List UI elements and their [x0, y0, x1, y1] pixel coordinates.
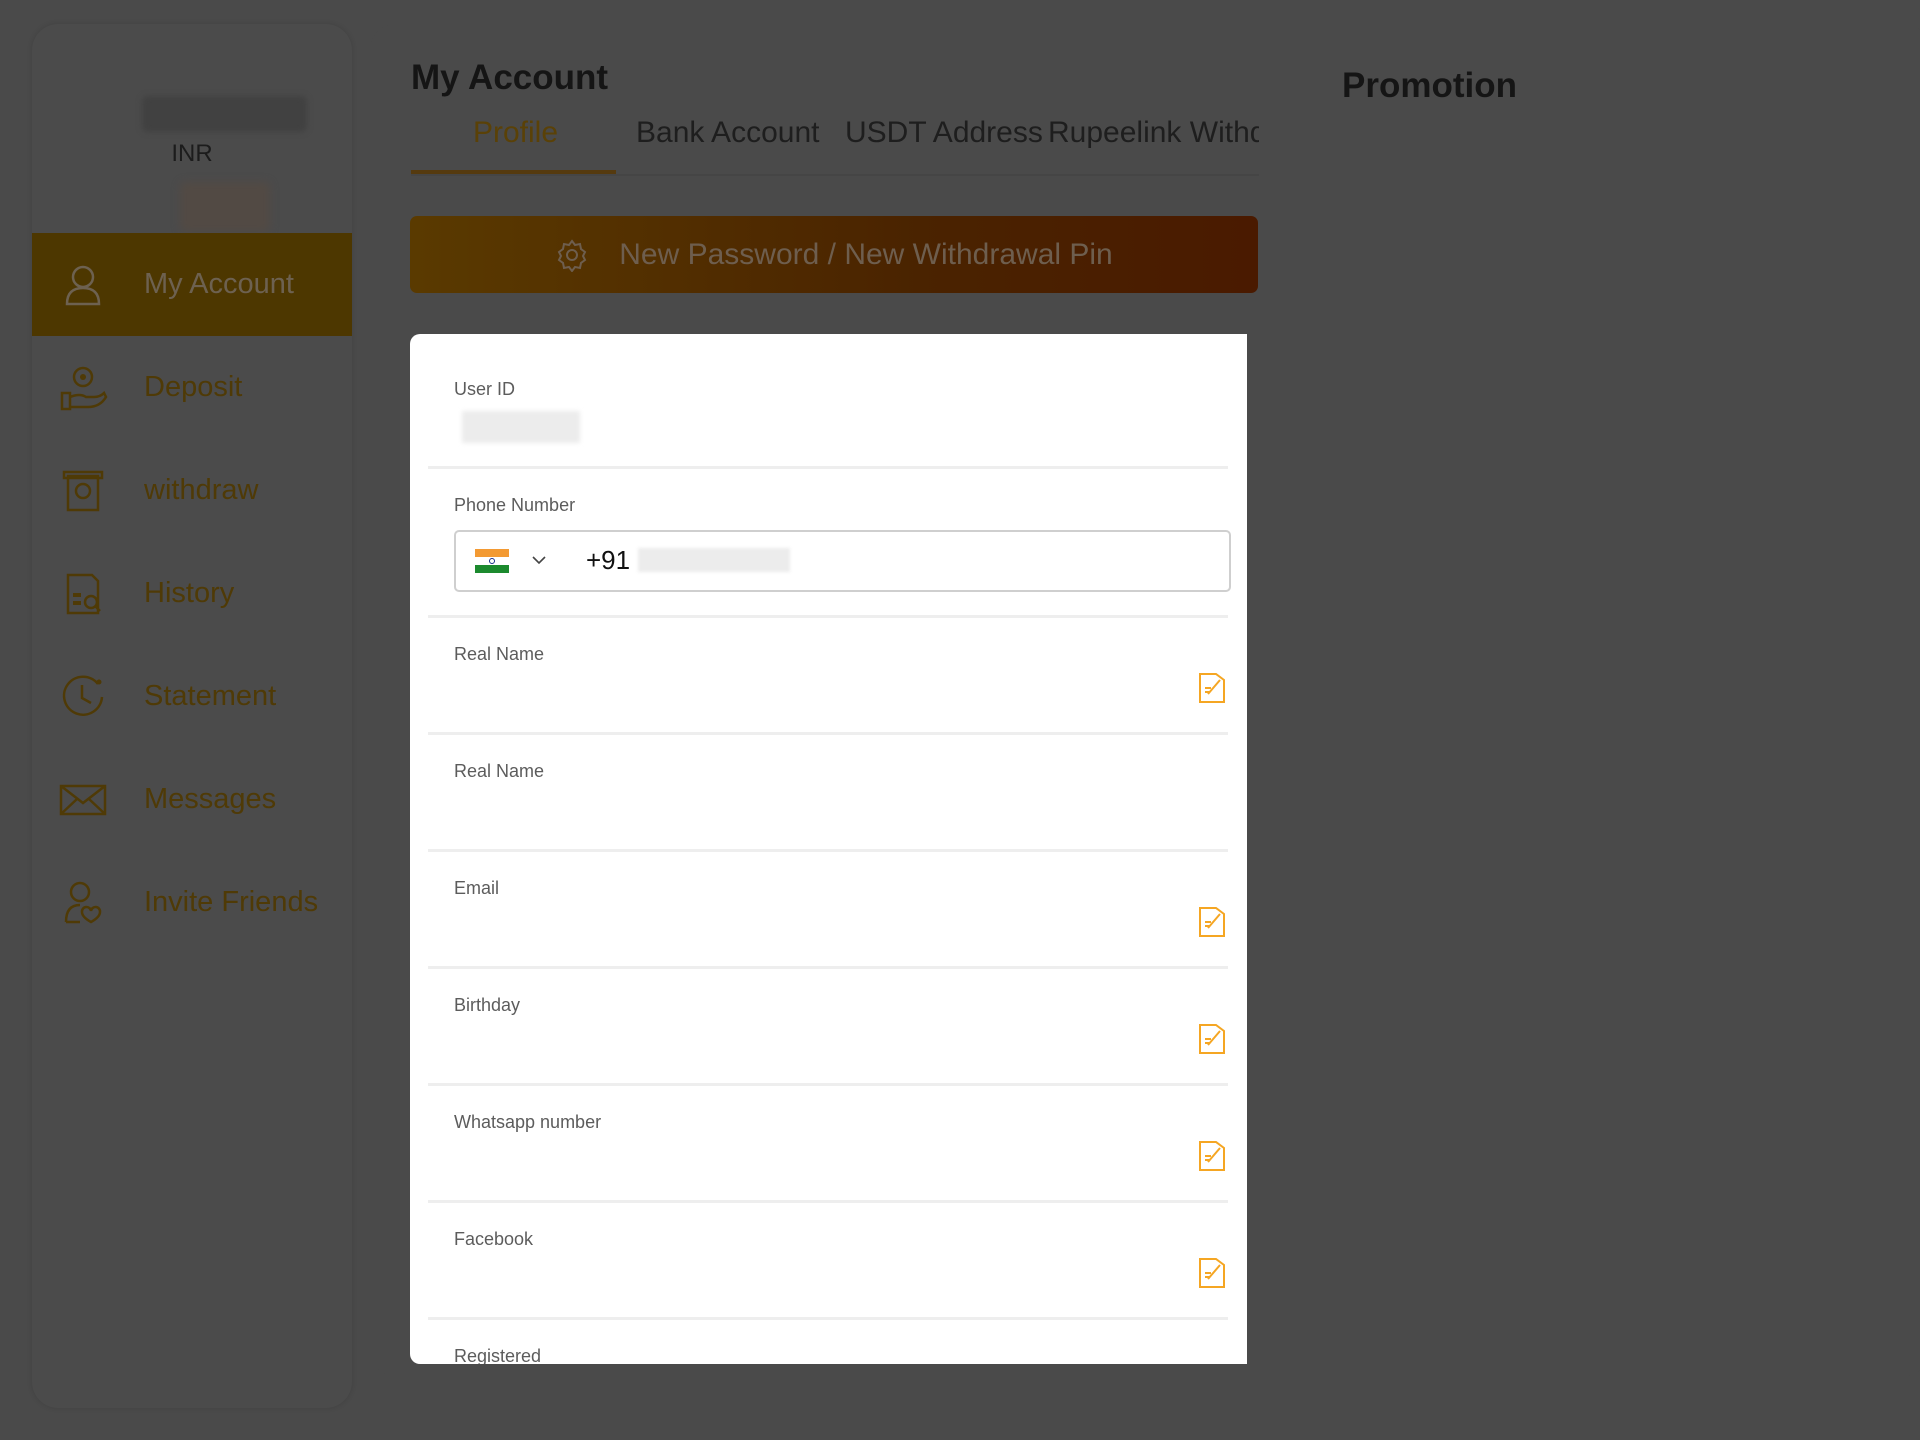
sidebar-item-my-account[interactable]: My Account	[32, 233, 352, 336]
phone-value-redacted	[638, 548, 790, 572]
sidebar-item-label: Statement	[144, 680, 277, 712]
username-redacted	[142, 96, 307, 132]
sidebar-item-label: Deposit	[144, 371, 243, 403]
real-name-field: Real Name	[428, 618, 1228, 735]
field-label: Real Name	[454, 644, 545, 664]
sidebar-item-invite-friends[interactable]: Invite Friends	[32, 851, 352, 954]
account-tabs: Profile Bank Account USDT Address Rupeel…	[411, 116, 1259, 176]
promotion-title: Promotion	[1342, 66, 1517, 105]
phone-number-field: Phone Number +91	[428, 469, 1231, 618]
country-code: +91	[586, 545, 631, 575]
india-flag-icon[interactable]	[475, 549, 509, 573]
sidebar-item-messages[interactable]: Messages	[32, 748, 352, 851]
clock-icon	[62, 674, 104, 716]
edit-icon[interactable]	[1196, 904, 1228, 940]
field-label: Real Name	[454, 761, 545, 781]
whatsapp-field: Whatsapp number	[428, 1086, 1228, 1203]
email-field: Email	[428, 852, 1228, 969]
deposit-icon	[60, 366, 108, 410]
facebook-field: Facebook	[428, 1203, 1228, 1320]
field-label: Phone Number	[454, 495, 576, 515]
tab-rupeelink-withdraw[interactable]: Rupeelink Withdraw	[1048, 116, 1259, 150]
sidebar-item-label: History	[144, 577, 235, 609]
user-id-field: User ID	[428, 334, 1228, 469]
sidebar: INR My Account Deposit withdraw History …	[32, 24, 352, 1408]
edit-icon[interactable]	[1196, 1255, 1228, 1291]
vip-badge-redacted	[180, 182, 270, 232]
withdraw-icon	[62, 470, 104, 511]
edit-icon[interactable]	[1196, 1138, 1228, 1174]
user-id-value-redacted	[462, 411, 580, 443]
field-label: Whatsapp number	[454, 1112, 602, 1132]
sidebar-item-deposit[interactable]: Deposit	[32, 336, 352, 439]
active-tab-indicator	[411, 170, 616, 174]
field-label: Facebook	[454, 1229, 534, 1249]
field-label: Email	[454, 878, 500, 898]
chevron-down-icon[interactable]	[531, 552, 547, 568]
registered-field: Registered	[428, 1320, 1228, 1364]
field-label: Birthday	[454, 995, 521, 1015]
currency-label: INR	[171, 140, 213, 167]
tab-usdt-address[interactable]: USDT Address	[845, 116, 1043, 150]
sidebar-item-history[interactable]: History	[32, 542, 352, 645]
invite-user-icon	[64, 881, 102, 923]
envelope-icon	[59, 784, 107, 815]
tab-profile[interactable]: Profile	[473, 116, 558, 150]
page-title: My Account	[411, 58, 609, 97]
new-password-button[interactable]: New Password / New Withdrawal Pin	[410, 216, 1258, 293]
gear-icon	[557, 238, 587, 272]
field-label: User ID	[454, 379, 516, 399]
user-icon	[65, 265, 101, 305]
phone-input[interactable]: +91	[454, 530, 1231, 592]
birthday-field: Birthday	[428, 969, 1228, 1086]
profile-card: User ID Phone Number +91 Real Name Real …	[410, 334, 1247, 1364]
sidebar-item-label: Messages	[144, 783, 277, 815]
new-password-label: New Password / New Withdrawal Pin	[619, 237, 1113, 271]
edit-icon[interactable]	[1196, 670, 1228, 706]
edit-icon[interactable]	[1196, 1021, 1228, 1057]
sidebar-item-label: withdraw	[144, 474, 259, 506]
sidebar-item-statement[interactable]: Statement	[32, 645, 352, 748]
sidebar-item-withdraw[interactable]: withdraw	[32, 439, 352, 542]
tab-bank-account[interactable]: Bank Account	[636, 116, 819, 150]
field-label: Registered	[454, 1346, 542, 1364]
history-icon	[66, 573, 101, 614]
real-name-field-2: Real Name	[428, 735, 1228, 852]
sidebar-item-label: My Account	[144, 268, 294, 300]
sidebar-item-label: Invite Friends	[144, 886, 319, 918]
